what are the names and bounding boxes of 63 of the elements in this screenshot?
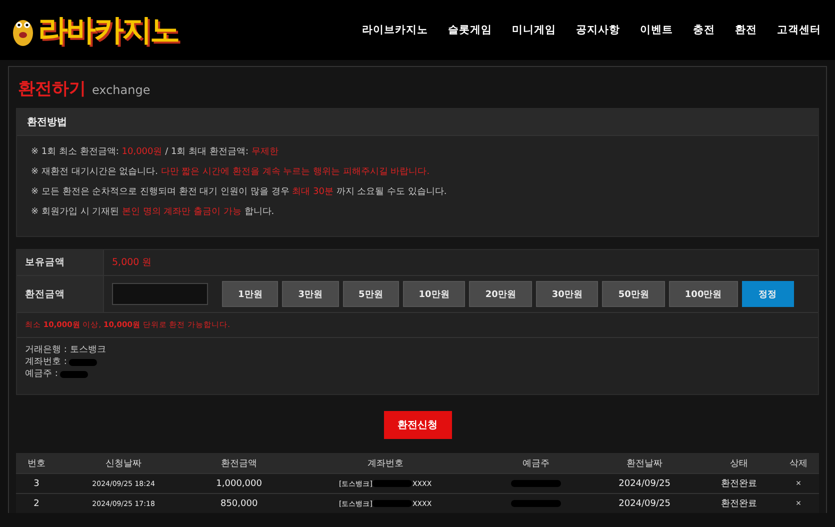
field-label: 환전금액 xyxy=(25,288,65,300)
column-header: 계좌번호 xyxy=(288,453,482,474)
table-cell: 1,000,000 xyxy=(190,474,288,494)
amount-button[interactable]: 50만원 xyxy=(602,281,665,307)
notice-text: ※ 재환전 대기시간은 없습니다. xyxy=(31,167,159,177)
column-header: 상태 xyxy=(700,453,778,474)
highlighted-text: 최대 30분 xyxy=(292,187,334,197)
redaction-mark xyxy=(372,500,412,508)
column-header: 신청날짜 xyxy=(57,453,190,474)
amount-button[interactable]: 20만원 xyxy=(469,281,532,307)
highlighted-text: 본인 명의 계좌만 출금이 가능 xyxy=(122,207,242,217)
redaction-mark xyxy=(510,480,561,487)
delete-button[interactable]: × xyxy=(796,478,802,488)
notice-text: / 1회 최대 환전금액: xyxy=(164,147,250,157)
field-label: 보유금액 xyxy=(25,256,65,269)
balance-amount: 5,000 원 xyxy=(112,256,152,269)
amount-button[interactable]: 30만원 xyxy=(536,281,598,307)
reset-button[interactable]: 정정 xyxy=(742,281,794,307)
amount-button[interactable]: 100만원 xyxy=(668,281,738,307)
nav-link[interactable]: 슬롯게임 xyxy=(438,23,502,37)
bank-info-text: 거래은행 : 토스뱅크 xyxy=(25,344,106,356)
section-title: 환전방법 xyxy=(27,117,67,128)
table-cell: 2024/09/25 xyxy=(589,494,700,513)
amount-input[interactable] xyxy=(112,283,208,305)
column-header: 삭제 xyxy=(778,453,819,474)
table-cell: 850,000 xyxy=(190,494,288,513)
highlighted-text: 다만 짧은 시간에 환전을 계속 누르는 행위는 피해주시길 바랍니다. xyxy=(160,167,430,177)
table-cell: 3 xyxy=(16,474,58,494)
highlighted-text: 무제한 xyxy=(251,147,278,157)
column-header: 번호 xyxy=(16,453,58,474)
logo-text[interactable]: 라바카지노 xyxy=(38,10,178,50)
amount-button[interactable]: 1만원 xyxy=(222,281,278,307)
nav-link[interactable]: 이벤트 xyxy=(630,23,683,37)
table-cell: 환전완료 xyxy=(700,494,778,513)
nav-link[interactable]: 환전 xyxy=(725,23,767,37)
nav-link[interactable]: 라이브카지노 xyxy=(352,23,438,37)
page-title: 환전하기 xyxy=(18,78,86,100)
table-cell: 2024/09/25 xyxy=(589,474,700,494)
table-cell: 환전완료 xyxy=(700,474,778,494)
nav-link[interactable]: 공지사항 xyxy=(566,23,630,37)
redaction-mark xyxy=(510,500,561,507)
notice-text: 까지 소요될 수도 있습니다. xyxy=(335,187,447,197)
notice-text: 합니다. xyxy=(243,207,274,217)
column-header: 환전금액 xyxy=(190,453,288,474)
amount-button[interactable]: 3만원 xyxy=(282,281,339,307)
delete-button[interactable]: × xyxy=(796,498,802,508)
notice-text: ※ 모든 환전은 순차적으로 진행되며 환전 대기 인원이 많을 경우 xyxy=(31,187,290,197)
table-cell: 2 xyxy=(16,494,58,513)
redaction-mark xyxy=(372,480,412,488)
column-header: 예금주 xyxy=(482,453,590,474)
notice-text: ※ 회원가입 시 기재된 xyxy=(31,207,120,217)
page-subtitle: exchange xyxy=(92,83,150,97)
notice-text: ※ 1회 최소 환전금액: xyxy=(31,147,120,157)
nav-link[interactable]: 충전 xyxy=(683,23,725,37)
bank-info-text: 계좌번호 : xyxy=(25,356,67,368)
amount-button[interactable]: 10만원 xyxy=(402,281,466,307)
nav-link[interactable]: 고객센터 xyxy=(767,23,831,37)
amount-button[interactable]: 5만원 xyxy=(342,281,399,307)
submit-button[interactable]: 환전신청 xyxy=(384,411,452,439)
highlighted-text: 10,000원 xyxy=(122,147,162,157)
bank-info-text: 예금주 : xyxy=(25,368,58,380)
nav-link[interactable]: 미니게임 xyxy=(502,23,566,37)
column-header: 환전날짜 xyxy=(589,453,700,474)
